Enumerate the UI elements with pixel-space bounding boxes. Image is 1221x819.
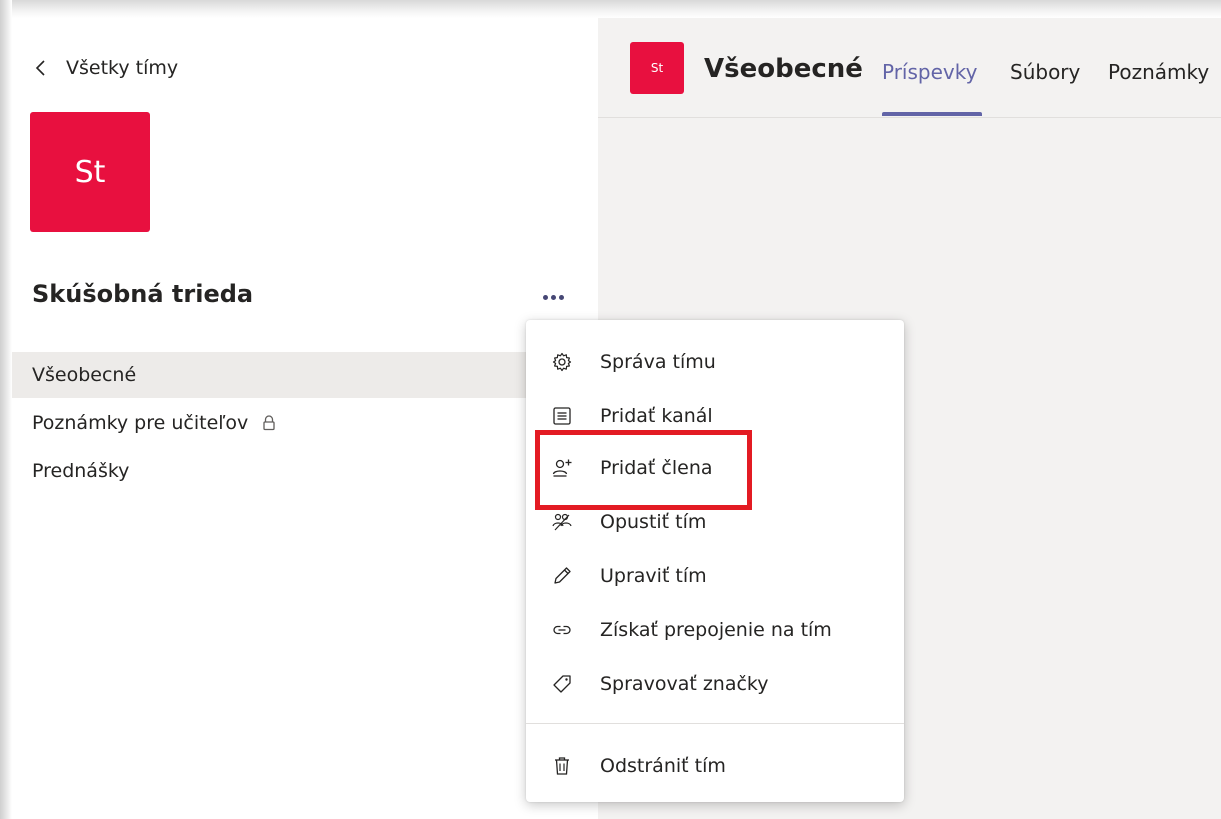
channel-label: Poznámky pre učiteľov xyxy=(32,412,249,434)
menu-item-label: Spravovať značky xyxy=(600,673,769,695)
tab-prispevky[interactable]: Príspevky xyxy=(882,60,977,84)
menu-item-label: Opustiť tím xyxy=(600,511,707,533)
more-options-button[interactable] xyxy=(536,286,570,308)
menu-item-label: Upraviť tím xyxy=(600,565,707,587)
menu-item-manage-team[interactable]: Správa tímu xyxy=(526,340,904,384)
team-sidebar: Všetky tímy St Skúšobná trieda Všeobecné… xyxy=(12,18,598,819)
menu-item-label: Získať prepojenie na tím xyxy=(600,619,832,641)
menu-item-label: Odstrániť tím xyxy=(600,755,726,777)
annotation-highlight-box xyxy=(535,430,752,510)
trash-icon xyxy=(555,757,569,775)
channel-label: Prednášky xyxy=(32,460,130,482)
more-dot-icon xyxy=(550,294,556,300)
team-name: Skúšobná trieda xyxy=(32,280,254,308)
leave-team-icon xyxy=(552,513,572,531)
channel-header: St Všeobecné Príspevky Súbory Poznámky xyxy=(598,18,1221,118)
team-avatar: St xyxy=(30,112,150,232)
gear-icon xyxy=(552,352,572,372)
more-dot-icon xyxy=(558,294,564,300)
menu-divider xyxy=(526,723,904,724)
tab-poznamky[interactable]: Poznámky xyxy=(1108,60,1209,84)
all-teams-back-link[interactable]: Všetky tímy xyxy=(34,56,178,80)
window-top-edge xyxy=(0,0,1221,18)
channel-title: Všeobecné xyxy=(704,54,863,84)
channel-team-avatar: St xyxy=(630,42,684,94)
channel-item-prednasky[interactable]: Prednášky xyxy=(12,448,598,494)
menu-item-get-link[interactable]: Získať prepojenie na tím xyxy=(526,608,904,652)
channel-avatar-initials: St xyxy=(650,61,664,75)
channel-label: Všeobecné xyxy=(32,364,137,386)
all-teams-label: Všetky tímy xyxy=(66,57,179,79)
menu-item-edit-team[interactable]: Upraviť tím xyxy=(526,554,904,598)
menu-item-label: Pridať kanál xyxy=(600,405,713,427)
more-dot-icon xyxy=(542,294,548,300)
menu-item-manage-tags[interactable]: Spravovať značky xyxy=(526,662,904,706)
team-avatar-initials: St xyxy=(74,154,106,190)
window-left-edge xyxy=(0,0,12,819)
teams-window: Všetky tímy St Skúšobná trieda Všeobecné… xyxy=(0,0,1221,819)
active-tab-indicator xyxy=(882,112,982,116)
link-icon xyxy=(553,625,571,635)
team-options-menu: Správa tímu Pridať kanál Pridať člena Op… xyxy=(526,320,904,802)
tag-icon xyxy=(553,675,571,693)
menu-item-delete-team[interactable]: Odstrániť tím xyxy=(526,744,904,788)
pencil-icon xyxy=(554,567,571,584)
channel-item-poznamky[interactable]: Poznámky pre učiteľov xyxy=(12,400,598,446)
chevron-left-icon xyxy=(35,60,45,76)
lock-icon xyxy=(263,415,275,431)
menu-item-label: Správa tímu xyxy=(600,351,716,373)
tab-subory[interactable]: Súbory xyxy=(1010,60,1080,84)
channel-item-vseobecne[interactable]: Všeobecné xyxy=(12,352,598,398)
channel-icon xyxy=(553,407,571,425)
